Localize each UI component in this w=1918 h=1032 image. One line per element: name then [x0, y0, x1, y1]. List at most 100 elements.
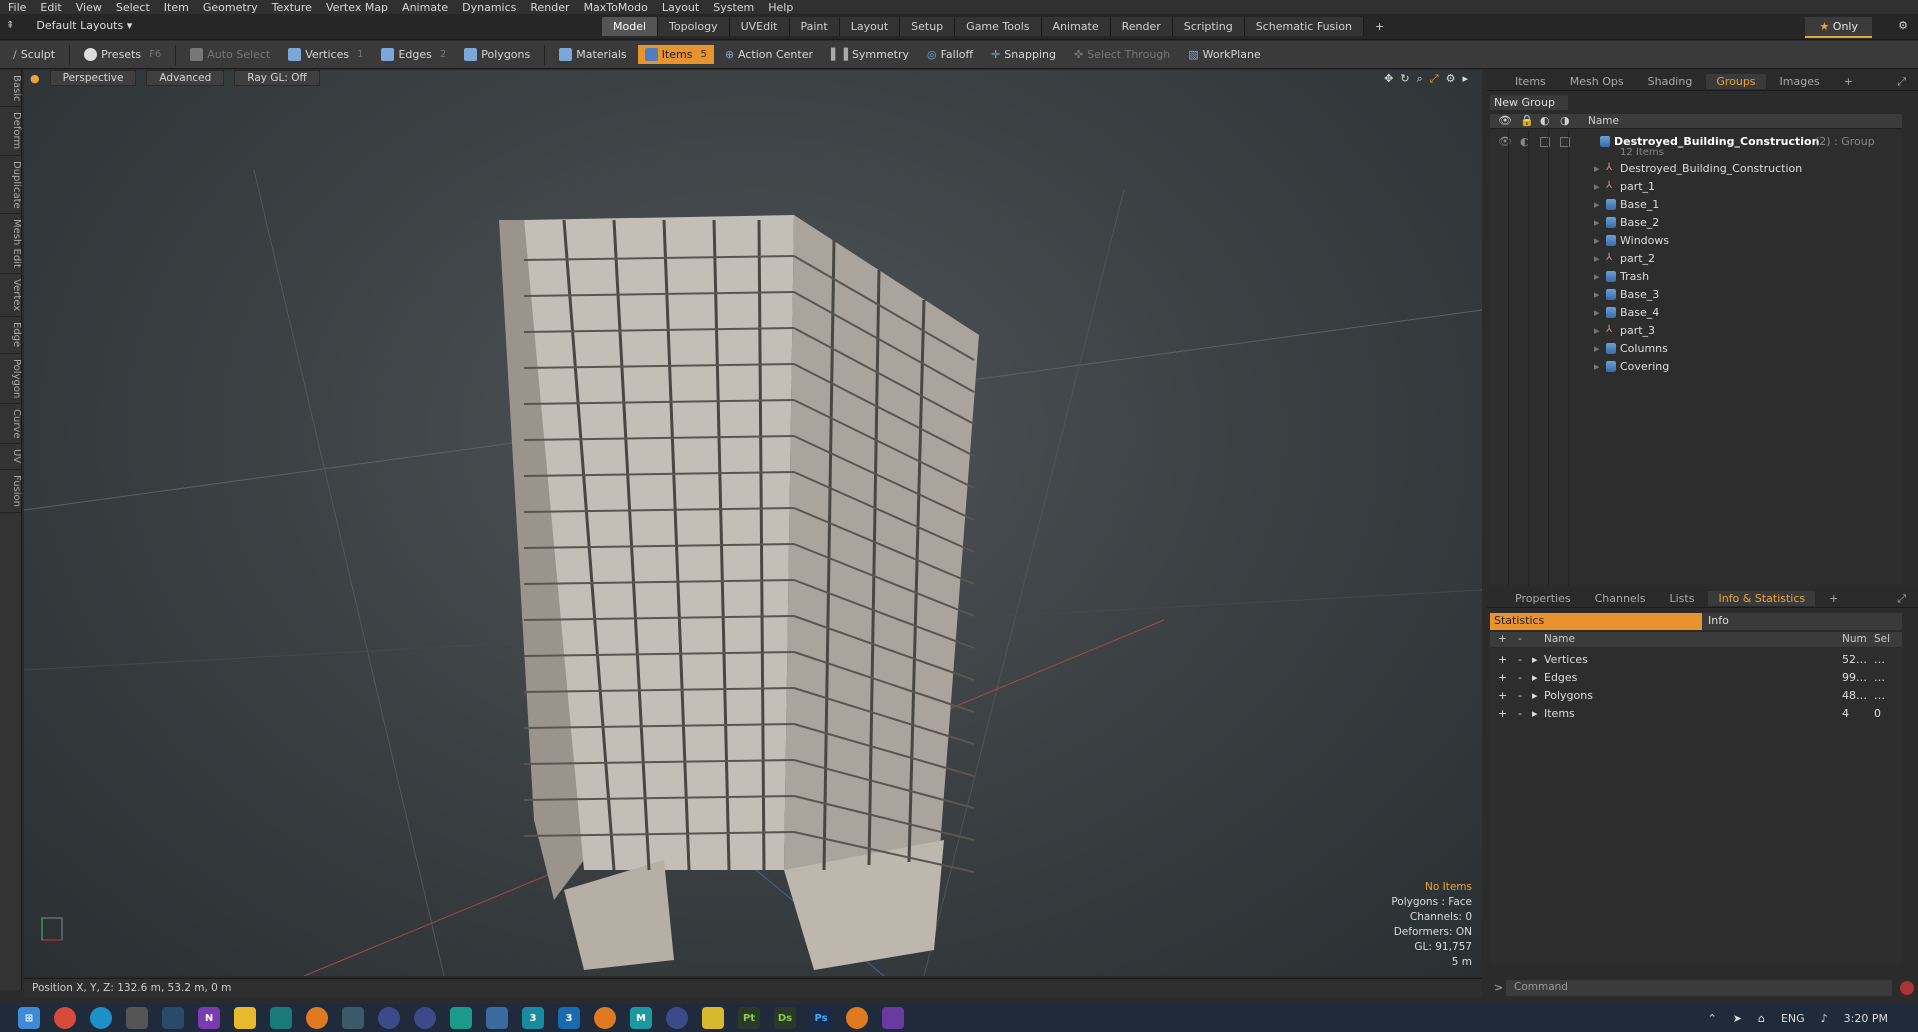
new-group-button[interactable]: New Group [1490, 95, 1568, 110]
tab-schematic-fusion[interactable]: Schematic Fusion [1244, 17, 1365, 36]
tab-render[interactable]: Render [1110, 17, 1173, 36]
gear-icon[interactable]: ⚙ [1898, 19, 1908, 32]
tree-item[interactable]: ▸ ⅄ Destroyed_Building_Construction [1490, 160, 1902, 178]
photoshop-icon[interactable]: Ps [810, 1007, 832, 1029]
tab-game-tools[interactable]: Game Tools [955, 17, 1042, 36]
action-center-button[interactable]: ⊕ Action Center [718, 45, 820, 64]
collapse-icon[interactable]: ⇞ [6, 20, 14, 31]
zoom-view-icon[interactable]: ⌕ [1417, 72, 1423, 86]
menu-geometry[interactable]: Geometry [203, 1, 258, 14]
remove-row-icon[interactable]: - [1518, 707, 1522, 720]
visibility-col-icon[interactable]: 👁 [1498, 114, 1512, 127]
tab-shading[interactable]: Shading [1638, 74, 1703, 89]
tab-paint[interactable]: Paint [789, 17, 840, 36]
tab-layout[interactable]: Layout [839, 17, 901, 36]
add-row-icon[interactable]: + [1498, 689, 1507, 702]
expand-arrow-icon[interactable]: ▸ [1532, 689, 1538, 702]
blender-icon[interactable] [306, 1007, 328, 1029]
left-tab-vertex[interactable]: Vertex [0, 274, 22, 318]
tab-scripting[interactable]: Scripting [1172, 17, 1245, 36]
left-tab-basic[interactable]: Basic [0, 70, 22, 108]
stats-row[interactable]: + - ▸ Items 4 0 [1490, 705, 1902, 723]
viewport-options-dot[interactable]: ● [30, 72, 40, 85]
menu-edit[interactable]: Edit [40, 1, 61, 14]
stats-row[interactable]: + - ▸ Vertices 52…… [1490, 651, 1902, 669]
vertices-button[interactable]: Vertices 1 [281, 45, 370, 64]
tree-item[interactable]: ▸ Base_3 [1490, 286, 1902, 304]
expand-arrow-icon[interactable]: ▸ [1594, 252, 1600, 265]
tab-lists[interactable]: Lists [1660, 591, 1705, 606]
cinema4d-alt-icon[interactable] [414, 1007, 436, 1029]
menu-dynamics[interactable]: Dynamics [462, 1, 516, 14]
expand-arrow-icon[interactable]: ▸ [1594, 234, 1600, 247]
tree-item[interactable]: ▸ Trash [1490, 268, 1902, 286]
edge-icon[interactable] [90, 1007, 112, 1029]
painter-icon[interactable]: Pt [738, 1007, 760, 1029]
tab-uvedit[interactable]: UVEdit [729, 17, 790, 36]
tab-setup[interactable]: Setup [900, 17, 956, 36]
terminal-icon[interactable] [270, 1007, 292, 1029]
menu-file[interactable]: File [8, 1, 26, 14]
materials-button[interactable]: Materials [552, 45, 633, 64]
raygl-button[interactable]: Ray GL: Off [234, 70, 320, 86]
remove-row-icon[interactable]: - [1518, 653, 1522, 666]
expand-arrow-icon[interactable]: ▸ [1594, 162, 1600, 175]
fit-view-icon[interactable]: ⤢ [1430, 72, 1439, 86]
speaker-icon[interactable]: ♪ [1821, 1012, 1828, 1025]
blender-alt-icon[interactable] [594, 1007, 616, 1029]
stats-row[interactable]: + - ▸ Polygons 48…… [1490, 687, 1902, 705]
blender-third-icon[interactable] [846, 1007, 868, 1029]
tree-item[interactable]: ▸ Columns [1490, 340, 1902, 358]
clock[interactable]: 3:20 PM [1844, 1012, 1888, 1025]
menu-view[interactable]: View [76, 1, 102, 14]
visual-studio-icon[interactable] [882, 1007, 904, 1029]
maya-icon[interactable]: M [630, 1007, 652, 1029]
expand-arrow-icon[interactable]: ▸ [1594, 342, 1600, 355]
workplane-button[interactable]: ▧ WorkPlane [1181, 45, 1267, 64]
3dcoat-icon[interactable] [486, 1007, 508, 1029]
add-row-icon[interactable]: + [1498, 653, 1507, 666]
cinema4d-icon[interactable] [378, 1007, 400, 1029]
expand-arrow-icon[interactable]: ▸ [1594, 216, 1600, 229]
expand-bottom-panel-icon[interactable]: ⤢ [1897, 592, 1906, 606]
sculpt-button[interactable]: ∕ Sculpt [6, 45, 62, 64]
menu-render[interactable]: Render [530, 1, 569, 14]
add-panel-tab-button[interactable]: + [1834, 74, 1863, 89]
left-tab-fusion[interactable]: Fusion [0, 470, 22, 513]
auto-select-button[interactable]: Auto Select [183, 45, 277, 64]
tree-item[interactable]: ▸ Covering [1490, 358, 1902, 376]
designer-icon[interactable]: Ds [774, 1007, 796, 1029]
left-tab-deform[interactable]: Deform [0, 107, 22, 156]
remove-row-icon[interactable]: - [1518, 671, 1522, 684]
command-record-icon[interactable] [1900, 981, 1914, 995]
tab-groups[interactable]: Groups [1706, 74, 1766, 89]
expand-arrow-icon[interactable]: ▸ [1594, 270, 1600, 283]
expand-arrow-icon[interactable]: ▸ [1594, 288, 1600, 301]
stats-row[interactable]: + - ▸ Edges 99…… [1490, 669, 1902, 687]
3d-viewport[interactable]: ● Perspective Advanced Ray GL: Off ✥ ↻ ⌕… [24, 70, 1482, 976]
tray-chevron-icon[interactable]: ⌃ [1708, 1012, 1717, 1025]
select-col-icon[interactable]: ◑ [1560, 114, 1570, 127]
polygons-button[interactable]: Polygons [457, 45, 537, 64]
menu-animate[interactable]: Animate [402, 1, 448, 14]
expand-arrow-icon[interactable]: ▸ [1594, 198, 1600, 211]
info-subtab[interactable]: Info [1702, 613, 1902, 630]
snapping-button[interactable]: ✛ Snapping [984, 45, 1063, 64]
calculator-icon[interactable] [126, 1007, 148, 1029]
default-layouts-dropdown[interactable]: Default Layouts ▾ [36, 19, 132, 32]
3dsmax-alt-icon[interactable]: 3 [558, 1007, 580, 1029]
expand-arrow-icon[interactable]: ▸ [1462, 72, 1468, 86]
tab-info-statistics[interactable]: Info & Statistics [1708, 591, 1816, 606]
add-tab-button[interactable]: + [1364, 17, 1395, 36]
menu-item[interactable]: Item [164, 1, 189, 14]
app-teal-icon[interactable] [450, 1007, 472, 1029]
rotate-view-icon[interactable]: ↻ [1400, 72, 1409, 86]
expand-arrow-icon[interactable]: ▸ [1594, 306, 1600, 319]
remove-row-icon[interactable]: - [1518, 689, 1522, 702]
menu-help[interactable]: Help [768, 1, 793, 14]
network-icon[interactable]: ⌂ [1758, 1012, 1765, 1025]
add-row-icon[interactable]: + [1498, 707, 1507, 720]
tab-mesh-ops[interactable]: Mesh Ops [1560, 74, 1634, 89]
windows-start-icon[interactable]: ⊞ [18, 1007, 40, 1029]
tree-item[interactable]: ▸ Base_1 [1490, 196, 1902, 214]
